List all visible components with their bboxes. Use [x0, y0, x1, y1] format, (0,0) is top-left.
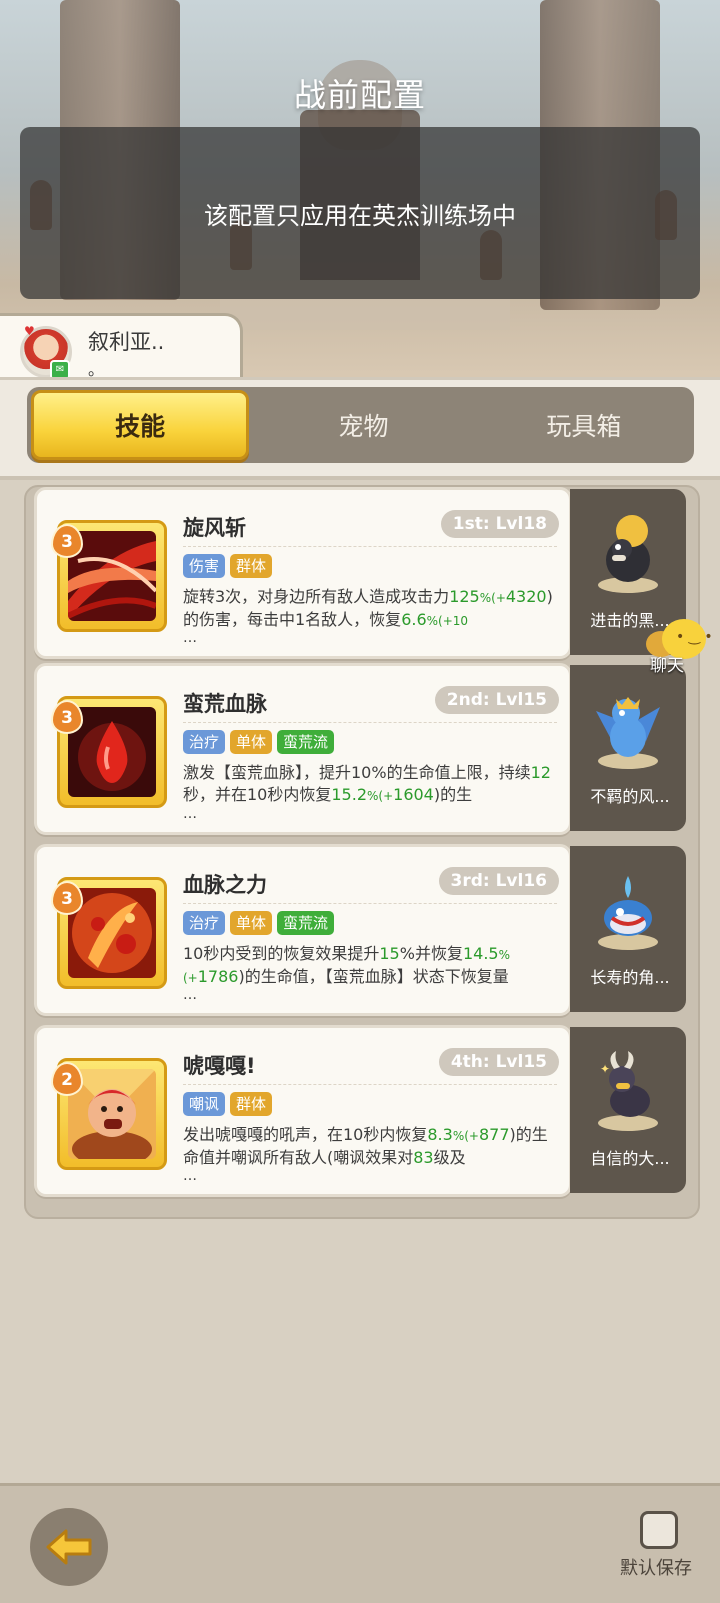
skill-description: 发出唬嘎嘎的吼声，在10秒内恢复8.3%(+877)的生命值并嘲讽所有敌人(嘲讽… — [183, 1125, 548, 1167]
description-more: … — [183, 806, 197, 822]
skill-row: 3 血脉之力 3rd: Lvl16 治疗 单体 蛮荒流 10秒内受到的恢复效果提… — [34, 844, 694, 1016]
page-title: 战前配置 — [293, 76, 426, 114]
pet-slot[interactable]: ✦ 自信的大... — [570, 1027, 686, 1193]
skill-list: 3 旋风斩 1st: Lvl18 伤害 群体 旋转3次，对身边所有敌人造成攻击力… — [24, 485, 700, 1219]
skill-level-badge: 2 — [51, 1062, 83, 1096]
category-tabs: 技能 宠物 玩具箱 — [27, 387, 694, 463]
default-save-checkbox[interactable] — [640, 1511, 678, 1549]
pet-name: 自信的大... — [590, 1149, 670, 1168]
horned-whale-pet-icon — [598, 876, 658, 950]
black-boar-pet-icon — [598, 515, 658, 593]
skill-level-badge: 3 — [51, 524, 83, 558]
skill-card[interactable]: 3 蛮荒血脉 2nd: Lvl15 治疗 单体 蛮荒流 激发【蛮荒血脉】，提升1… — [34, 663, 572, 835]
chat-button[interactable]: • ‿ • 聊天 — [646, 615, 720, 676]
skill-tags: 伤害 群体 — [183, 554, 273, 578]
skill-tag: 治疗 — [183, 730, 226, 754]
skill-name: 唬嘎嘎! — [183, 1054, 256, 1078]
chat-label: 聊天 — [650, 656, 684, 676]
back-button[interactable] — [30, 1508, 108, 1586]
skill-tag: 单体 — [230, 730, 273, 754]
divider — [183, 722, 557, 723]
divider — [183, 546, 557, 547]
description-more: … — [183, 630, 197, 646]
skill-tags: 治疗 单体 蛮荒流 — [183, 730, 335, 754]
dark-goat-pet-icon: ✦ — [598, 1051, 658, 1131]
pet-slot[interactable]: 长寿的角... — [570, 846, 686, 1012]
config-notice-banner: 该配置只应用在英杰训练场中 — [20, 127, 700, 299]
skill-tags: 治疗 单体 蛮荒流 — [183, 911, 335, 935]
skill-tag: 治疗 — [183, 911, 226, 935]
skill-description: 旋转3次，对身边所有敌人造成攻击力125%(+4320)的伤害，每击中1名敌人，… — [183, 587, 553, 629]
skill-tag: 蛮荒流 — [277, 730, 335, 754]
skill-rank-badge: 2nd: Lvl15 — [434, 686, 559, 714]
heart-icon: ♥ — [24, 324, 35, 338]
skill-rank-badge: 3rd: Lvl16 — [438, 867, 559, 895]
pet-slot[interactable]: 不羁的风... — [570, 665, 686, 831]
skill-level-badge: 3 — [51, 881, 83, 915]
skill-row: 2 唬嘎嘎! 4th: Lvl15 嘲讽 群体 发出唬嘎嘎的吼声，在10秒内恢复… — [34, 1025, 694, 1197]
skill-rank-badge: 1st: Lvl18 — [440, 510, 559, 538]
skill-tag: 群体 — [230, 1092, 273, 1116]
skill-card[interactable]: 2 唬嘎嘎! 4th: Lvl15 嘲讽 群体 发出唬嘎嘎的吼声，在10秒内恢复… — [34, 1025, 572, 1197]
skill-name: 蛮荒血脉 — [183, 692, 267, 716]
pet-name: 不羁的风... — [590, 787, 670, 806]
skill-tag: 单体 — [230, 911, 273, 935]
skill-description: 10秒内受到的恢复效果提升15%并恢复14.5%(+1786)的生命值，【蛮荒血… — [183, 944, 510, 986]
skill-card[interactable]: 3 血脉之力 3rd: Lvl16 治疗 单体 蛮荒流 10秒内受到的恢复效果提… — [34, 844, 572, 1016]
skill-name: 血脉之力 — [183, 873, 267, 897]
description-more: … — [183, 1168, 197, 1184]
skill-row: 3 蛮荒血脉 2nd: Lvl15 治疗 单体 蛮荒流 激发【蛮荒血脉】，提升1… — [34, 663, 694, 835]
config-notice-text: 该配置只应用在英杰训练场中 — [204, 201, 516, 230]
skill-tags: 嘲讽 群体 — [183, 1092, 273, 1116]
description-more: … — [183, 987, 197, 1003]
player-profile-chip[interactable]: ♥ ✉ 叙利亚.. 。 — [0, 313, 243, 386]
tab-toybox[interactable]: 玩具箱 — [478, 393, 690, 457]
default-save-label: 默认保存 — [620, 1558, 692, 1579]
skill-tag: 群体 — [230, 554, 273, 578]
skill-tag: 嘲讽 — [183, 1092, 226, 1116]
skill-rank-badge: 4th: Lvl15 — [438, 1048, 559, 1076]
back-arrow-icon — [46, 1529, 92, 1565]
smiley-icon: • ‿ • — [676, 629, 713, 645]
tab-skills[interactable]: 技能 — [31, 390, 250, 460]
blue-dragon-pet-icon — [596, 697, 660, 769]
tab-pets[interactable]: 宠物 — [257, 393, 469, 457]
player-name: 叙利亚.. — [88, 330, 165, 354]
skill-row: 3 旋风斩 1st: Lvl18 伤害 群体 旋转3次，对身边所有敌人造成攻击力… — [34, 487, 694, 659]
skill-tag: 伤害 — [183, 554, 226, 578]
skill-description: 激发【蛮荒血脉】，提升10%的生命值上限，持续12秒，并在10秒内恢复15.2%… — [183, 763, 551, 804]
skill-card[interactable]: 3 旋风斩 1st: Lvl18 伤害 群体 旋转3次，对身边所有敌人造成攻击力… — [34, 487, 572, 659]
skill-name: 旋风斩 — [183, 516, 246, 540]
skill-level-badge: 3 — [51, 700, 83, 734]
bottom-bar: 默认保存 — [0, 1483, 720, 1603]
divider — [183, 1084, 557, 1085]
skill-tag: 蛮荒流 — [277, 911, 335, 935]
svg-text:✦: ✦ — [600, 1062, 610, 1076]
divider — [183, 903, 557, 904]
pet-name: 长寿的角... — [590, 968, 670, 987]
